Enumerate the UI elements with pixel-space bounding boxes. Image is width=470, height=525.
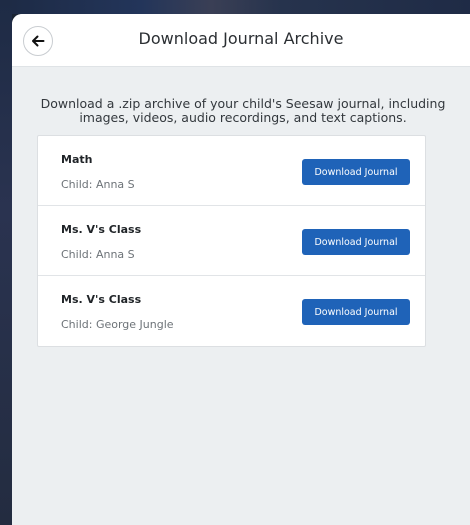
archive-description: Download a .zip archive of your child's … [40, 96, 446, 125]
journal-title: Ms. V's Class [61, 293, 142, 306]
download-journal-button[interactable]: Download Journal [302, 159, 410, 185]
journal-child: Child: Anna S [61, 248, 135, 261]
journal-child: Child: Anna S [61, 178, 135, 191]
journal-row: Math Child: Anna S Download Journal [38, 136, 425, 206]
journal-row: Ms. V's Class Child: George Jungle Downl… [38, 276, 425, 346]
journal-row: Ms. V's Class Child: Anna S Download Jou… [38, 206, 425, 276]
background-left [0, 0, 12, 525]
download-journal-button[interactable]: Download Journal [302, 229, 410, 255]
modal-header: Download Journal Archive [12, 14, 470, 67]
journal-list: Math Child: Anna S Download Journal Ms. … [37, 135, 426, 347]
journal-title: Math [61, 153, 93, 166]
download-journal-button[interactable]: Download Journal [302, 299, 410, 325]
modal-title: Download Journal Archive [138, 29, 344, 48]
journal-title: Ms. V's Class [61, 223, 142, 236]
journal-child: Child: George Jungle [61, 318, 174, 331]
download-journal-modal: Download Journal Archive Download a .zip… [12, 14, 470, 525]
background-top [0, 0, 470, 14]
